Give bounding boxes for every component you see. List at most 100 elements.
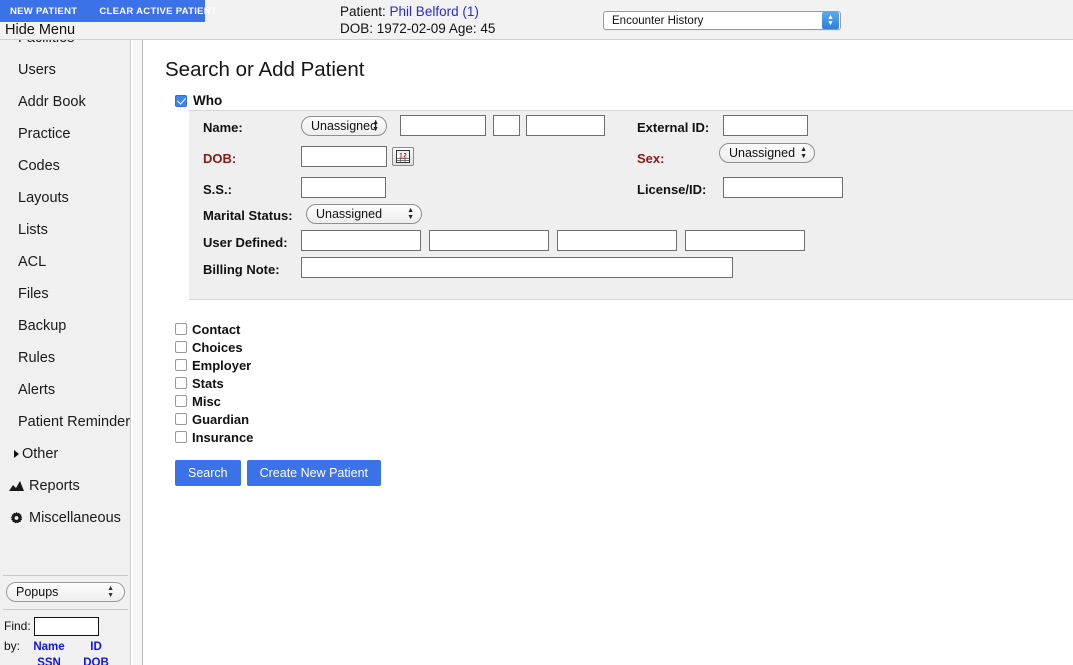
sidebar-item-layouts[interactable]: Layouts xyxy=(0,182,131,214)
marital-status-select-value: Unassigned xyxy=(316,207,382,221)
sidebar-item-files[interactable]: Files xyxy=(0,278,131,310)
action-button-row: Search Create New Patient xyxy=(175,460,381,486)
sidebar-item-codes[interactable]: Codes xyxy=(0,150,131,182)
name-title-select-value: Unassigned xyxy=(311,119,377,133)
find-by-links: NameIDSSNDOBAnyFilter xyxy=(25,639,119,665)
who-checkbox[interactable] xyxy=(175,95,187,107)
middle-name-input[interactable] xyxy=(493,115,520,136)
section-row: Contact xyxy=(175,320,253,338)
sidebar-item-label: Users xyxy=(18,62,56,78)
top-bar: NEW PATIENT CLEAR ACTIVE PATIENT Hide Me… xyxy=(0,0,1073,40)
section-row: Insurance xyxy=(175,428,253,446)
checkbox-label[interactable]: Insurance xyxy=(192,430,253,445)
sidebar-item-alerts[interactable]: Alerts xyxy=(0,374,131,406)
name-title-select[interactable]: Unassigned ▲▼ xyxy=(301,116,387,136)
find-by-id-link[interactable]: ID xyxy=(73,639,119,655)
section-row: Misc xyxy=(175,392,253,410)
checkbox-label[interactable]: Contact xyxy=(192,322,240,337)
sidebar-item-label: Lists xyxy=(18,222,48,238)
sidebar-item-label: Patient Reminders xyxy=(18,414,131,430)
chevron-up-down-icon: ▲▼ xyxy=(407,207,414,221)
dob-label: DOB: xyxy=(203,151,236,166)
sidebar-item-label: Files xyxy=(18,286,49,302)
hide-menu-toggle[interactable]: Hide Menu xyxy=(5,22,75,38)
find-row: Find: xyxy=(0,617,131,636)
billing-note-input[interactable] xyxy=(301,257,733,278)
find-by-name-link[interactable]: Name xyxy=(25,639,73,655)
checkbox-label[interactable]: Guardian xyxy=(192,412,249,427)
encounter-history-select[interactable]: Encounter History ▲▼ xyxy=(603,11,841,30)
find-by-ssn-link[interactable]: SSN xyxy=(25,655,73,665)
page-title: Search or Add Patient xyxy=(165,58,364,82)
sidebar-item-other[interactable]: Other xyxy=(0,438,131,470)
who-section-toggle-row: Who xyxy=(175,93,222,108)
section-row: Guardian xyxy=(175,410,253,428)
patient-name-row: Patient: Phil Belford (1) xyxy=(340,3,495,20)
search-button[interactable]: Search xyxy=(175,460,241,486)
marital-status-select[interactable]: Unassigned ▲▼ xyxy=(306,204,422,224)
user-defined-input-1[interactable] xyxy=(301,230,421,251)
checkbox-label[interactable]: Stats xyxy=(192,376,224,391)
license-id-label: License/ID: xyxy=(637,182,706,197)
first-name-input[interactable] xyxy=(400,115,486,136)
sidebar-item-facilities[interactable]: Facilities xyxy=(0,40,131,54)
sidebar-item-label: Layouts xyxy=(18,190,69,206)
checkbox-label[interactable]: Choices xyxy=(192,340,243,355)
chevron-up-down-icon: ▲▼ xyxy=(822,12,839,29)
patient-name-link[interactable]: Phil Belford (1) xyxy=(390,4,479,19)
create-new-patient-button[interactable]: Create New Patient xyxy=(247,460,381,486)
user-defined-label: User Defined: xyxy=(203,235,288,250)
user-defined-input-3[interactable] xyxy=(557,230,677,251)
section-row: Choices xyxy=(175,338,253,356)
new-patient-link[interactable]: NEW PATIENT xyxy=(10,6,77,17)
sidebar-item-users[interactable]: Users xyxy=(0,54,131,86)
external-id-input[interactable] xyxy=(723,115,808,136)
checkbox-contact[interactable] xyxy=(175,323,187,335)
patient-label: Patient: xyxy=(340,4,386,19)
ssn-input[interactable] xyxy=(301,177,386,198)
sidebar-item-addr-book[interactable]: Addr Book xyxy=(0,86,131,118)
checkbox-choices[interactable] xyxy=(175,341,187,353)
checkbox-guardian[interactable] xyxy=(175,413,187,425)
sidebar-item-acl[interactable]: ACL xyxy=(0,246,131,278)
sex-label: Sex: xyxy=(637,151,664,166)
divider xyxy=(3,575,128,576)
external-id-label: External ID: xyxy=(637,120,709,135)
sex-select[interactable]: Unassigned ▲▼ xyxy=(719,143,815,163)
ssn-label: S.S.: xyxy=(203,182,232,197)
dob-input[interactable] xyxy=(301,146,387,167)
user-defined-input-2[interactable] xyxy=(429,230,549,251)
calendar-icon-button[interactable]: 1 2 xyxy=(392,147,414,166)
billing-note-label: Billing Note: xyxy=(203,262,280,277)
sidebar-item-lists[interactable]: Lists xyxy=(0,214,131,246)
checkbox-label[interactable]: Employer xyxy=(192,358,251,373)
sidebar-item-label: Reports xyxy=(29,478,80,494)
sidebar-item-backup[interactable]: Backup xyxy=(0,310,131,342)
sidebar-item-rules[interactable]: Rules xyxy=(0,342,131,374)
patient-action-bar: NEW PATIENT CLEAR ACTIVE PATIENT xyxy=(0,0,205,22)
section-checkbox-group: Contact Choices Employer Stats Misc Guardian I… xyxy=(175,320,253,446)
sidebar-item-patient-reminders[interactable]: Patient Reminders xyxy=(0,406,131,438)
chevron-up-down-icon: ▲▼ xyxy=(107,585,114,599)
who-label[interactable]: Who xyxy=(193,93,222,108)
license-id-input[interactable] xyxy=(723,177,843,198)
checkbox-employer[interactable] xyxy=(175,359,187,371)
user-defined-input-4[interactable] xyxy=(685,230,805,251)
checkbox-insurance[interactable] xyxy=(175,431,187,443)
sidebar-item-miscellaneous[interactable]: Miscellaneous xyxy=(0,502,131,534)
find-input[interactable] xyxy=(34,617,99,636)
clear-active-patient-link[interactable]: CLEAR ACTIVE PATIENT xyxy=(99,6,217,17)
sidebar-scrollbar-track[interactable] xyxy=(133,40,142,665)
checkbox-stats[interactable] xyxy=(175,377,187,389)
sidebar-item-reports[interactable]: Reports xyxy=(0,470,131,502)
popups-select[interactable]: Popups ▲▼ xyxy=(6,582,125,602)
sidebar-item-label: ACL xyxy=(18,254,46,270)
find-by-dob-link[interactable]: DOB xyxy=(73,655,119,665)
checkbox-label[interactable]: Misc xyxy=(192,394,221,409)
sidebar-footer: Popups ▲▼ Find: by: NameIDSSNDOBAnyFilte… xyxy=(0,575,131,665)
marital-status-label: Marital Status: xyxy=(203,208,293,223)
sidebar-item-practice[interactable]: Practice xyxy=(0,118,131,150)
last-name-input[interactable] xyxy=(526,115,605,136)
checkbox-misc[interactable] xyxy=(175,395,187,407)
sidebar-item-label: Other xyxy=(22,446,58,462)
